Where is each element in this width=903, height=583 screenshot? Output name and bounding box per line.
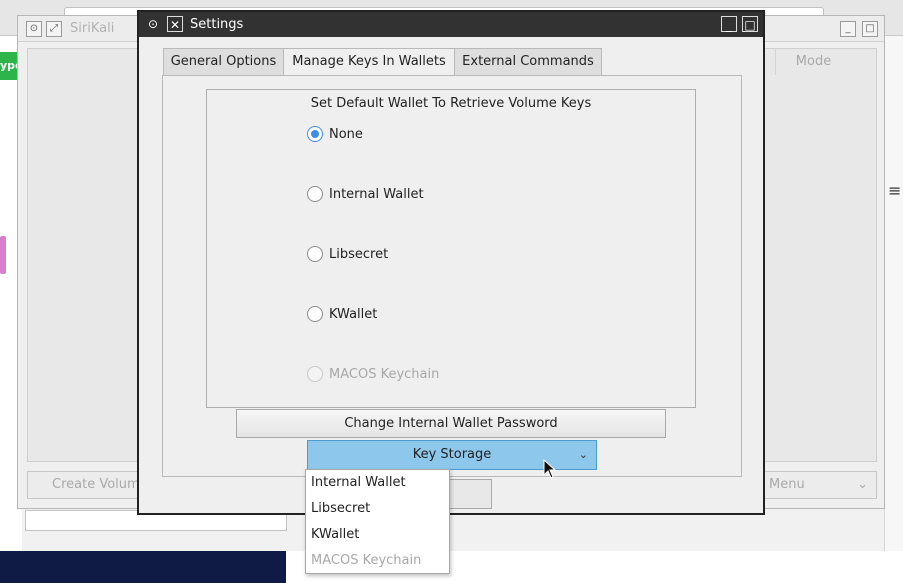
menu-item-kwallet[interactable]: KWallet — [306, 522, 449, 548]
group-title: Set Default Wallet To Retrieve Volume Ke… — [310, 96, 592, 111]
background-taskbar — [0, 551, 286, 583]
hamburger-menu-icon[interactable]: ≡ — [888, 181, 901, 200]
minimize-icon[interactable]: _ — [840, 21, 856, 37]
expand-icon[interactable]: ⤢ — [46, 21, 62, 37]
mouse-pointer-icon — [543, 458, 557, 483]
key-storage-label: Key Storage — [412, 447, 492, 462]
option-label: Internal Wallet — [329, 186, 424, 202]
menu-button-label: Menu — [769, 477, 805, 492]
option-label: Libsecret — [329, 246, 389, 262]
option-label: MACOS Keychain — [329, 366, 440, 382]
radio-button[interactable] — [307, 306, 323, 322]
background-pink-marker — [0, 236, 6, 274]
tab-external-commands[interactable]: External Commands — [454, 48, 602, 76]
chevron-down-icon: ⌄ — [578, 448, 588, 461]
option-internal-wallet[interactable]: Internal Wallet — [307, 185, 424, 203]
option-none[interactable]: None — [307, 125, 363, 143]
radio-button[interactable] — [307, 186, 323, 202]
chevron-down-icon: ⌄ — [857, 477, 868, 492]
background-green-tab: ype — [0, 52, 18, 80]
settings-title: Settings — [190, 17, 244, 32]
option-label: KWallet — [329, 306, 378, 322]
option-kwallet[interactable]: KWallet — [307, 305, 377, 323]
tab-general-options[interactable]: General Options — [163, 48, 284, 76]
settings-dialog: ⊙ ✕ Settings _ □ General Options Manage … — [137, 10, 765, 515]
menu-button[interactable]: Menu ⌄ — [760, 471, 877, 499]
option-libsecret[interactable]: Libsecret — [307, 245, 388, 263]
close-icon[interactable]: ✕ — [167, 16, 183, 32]
default-wallet-group: Set Default Wallet To Retrieve Volume Ke… — [206, 89, 696, 408]
change-wallet-password-button[interactable]: Change Internal Wallet Password — [236, 409, 666, 438]
radio-button[interactable] — [307, 126, 323, 142]
main-window-title: SiriKali — [70, 21, 115, 36]
pin-icon[interactable]: ⊙ — [26, 21, 42, 37]
menu-item-libsecret[interactable]: Libsecret — [306, 496, 449, 522]
menu-item-macos-keychain: MACOS Keychain — [311, 553, 422, 568]
key-storage-menu: Internal Wallet Libsecret KWallet MACOS … — [305, 469, 450, 574]
radio-button — [307, 366, 323, 382]
column-header-mode[interactable]: Mode — [775, 49, 851, 75]
settings-titlebar: ⊙ ✕ Settings _ □ — [139, 12, 763, 37]
option-macos-keychain: MACOS Keychain — [307, 365, 439, 383]
menu-item-internal-wallet[interactable]: Internal Wallet — [306, 470, 449, 496]
minimize-icon[interactable]: _ — [721, 16, 737, 32]
pin-icon[interactable]: ⊙ — [145, 16, 161, 32]
radio-button[interactable] — [307, 246, 323, 262]
background-right-panel — [884, 36, 903, 551]
option-label: None — [329, 126, 363, 142]
maximize-icon[interactable]: □ — [862, 21, 878, 37]
close-button[interactable] — [449, 479, 492, 509]
tab-manage-keys[interactable]: Manage Keys In Wallets — [283, 48, 455, 77]
maximize-icon[interactable]: □ — [742, 16, 758, 32]
